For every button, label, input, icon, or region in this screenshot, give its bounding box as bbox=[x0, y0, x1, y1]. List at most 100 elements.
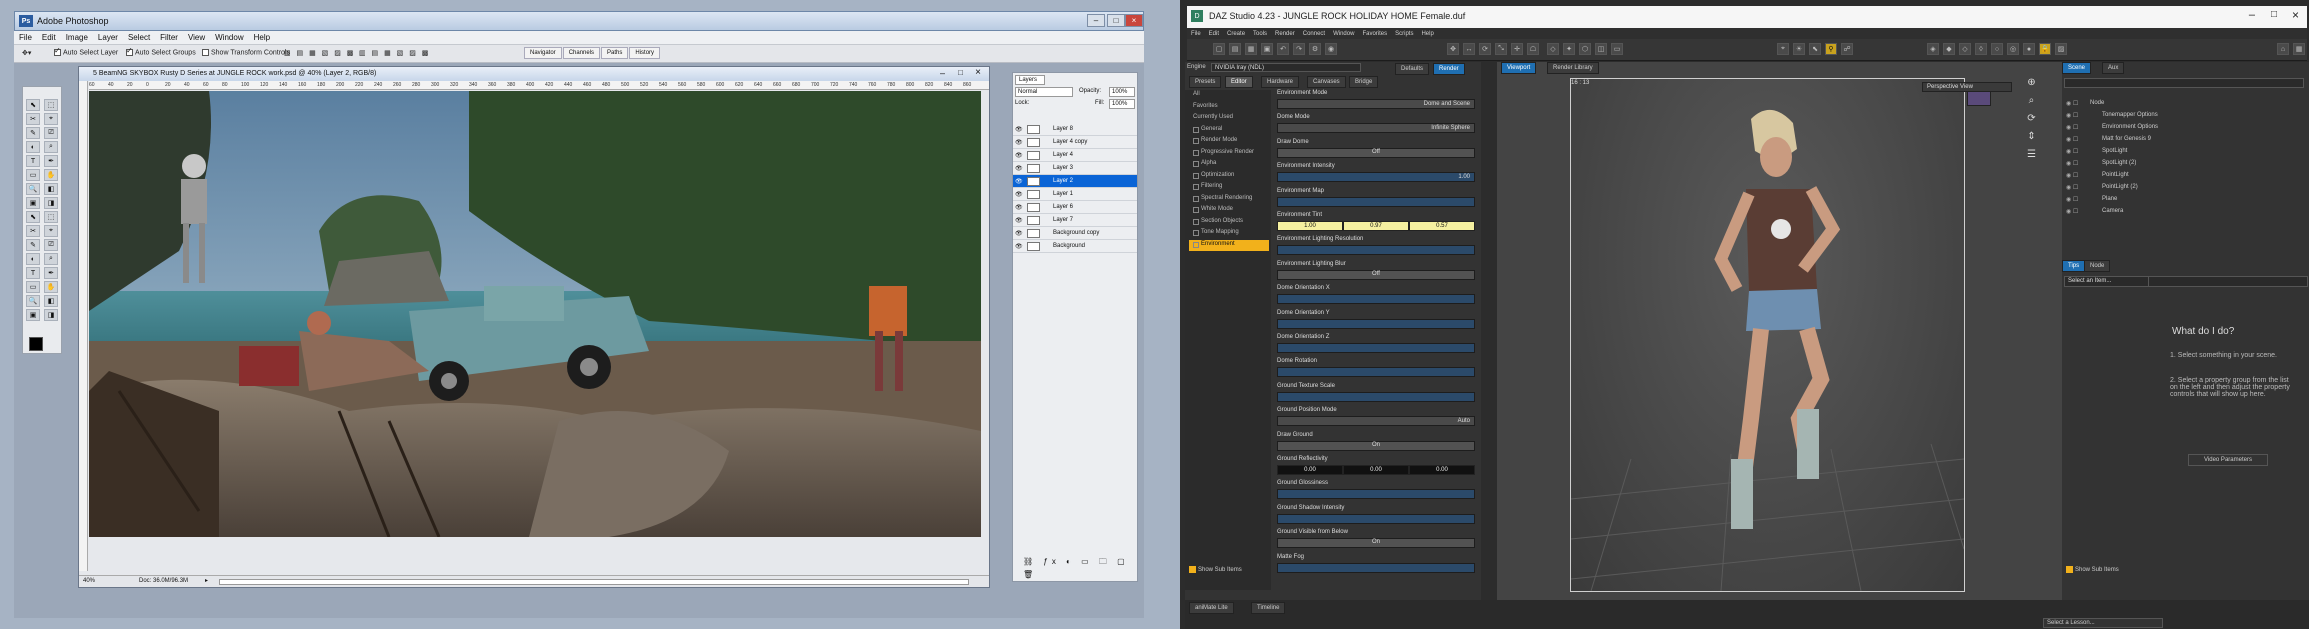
select-icon[interactable]: ⬉ bbox=[1809, 43, 1821, 55]
tool-25-icon[interactable]: T bbox=[26, 267, 40, 279]
visibility-eye-icon[interactable]: ◉ ☐ bbox=[2066, 100, 2078, 107]
daz-menu-file[interactable]: File bbox=[1187, 30, 1205, 38]
camera-nav-icons[interactable]: ⊕ ⌕ ⟳ ⇕ ☰ bbox=[2027, 74, 2036, 164]
property-value-field[interactable]: 0.00 bbox=[1343, 465, 1409, 475]
spot-render-icon[interactable]: ▭ bbox=[1611, 43, 1623, 55]
property-slider[interactable]: On bbox=[1277, 538, 1475, 549]
tool-22-icon[interactable]: ⎚ bbox=[44, 239, 58, 251]
daz-menu-window[interactable]: Window bbox=[1329, 30, 1358, 38]
tool-9-icon[interactable]: T bbox=[26, 155, 40, 167]
visibility-eye-icon[interactable]: 👁 bbox=[1015, 243, 1023, 250]
tab-editor[interactable]: Editor bbox=[1225, 76, 1253, 88]
scene-item[interactable]: ◉ ☐ Tonemapper Options bbox=[2066, 112, 2158, 119]
tool-c-icon[interactable]: ◇ bbox=[1959, 43, 1971, 55]
light-icon[interactable]: ☀ bbox=[1793, 43, 1805, 55]
joint-editor-icon[interactable]: ✦ bbox=[1563, 43, 1575, 55]
daz-close-button[interactable]: × bbox=[2292, 8, 2299, 22]
node-weight-icon[interactable]: ◇ bbox=[1547, 43, 1559, 55]
property-slider[interactable] bbox=[1277, 196, 1475, 207]
show-transform-checkbox[interactable]: Show Transform Controls bbox=[202, 49, 290, 56]
tab-history[interactable]: History bbox=[629, 47, 661, 59]
image-canvas[interactable] bbox=[89, 91, 981, 537]
property-slider[interactable] bbox=[1277, 245, 1475, 256]
menu-window[interactable]: Window bbox=[210, 31, 248, 44]
group-checkbox[interactable] bbox=[1193, 149, 1199, 156]
foreground-color-swatch[interactable] bbox=[29, 337, 43, 351]
layer-row[interactable]: 👁 Layer 1 bbox=[1013, 188, 1137, 201]
group-checkbox[interactable] bbox=[1193, 207, 1199, 213]
layer-row[interactable]: 👁 Background copy bbox=[1013, 227, 1137, 240]
visibility-eye-icon[interactable]: 👁 bbox=[1015, 165, 1023, 172]
video-parameters-button[interactable]: Video Parameters bbox=[2188, 454, 2268, 466]
daz-menu-help[interactable]: Help bbox=[1417, 30, 1437, 38]
rotate-icon[interactable]: ⟳ bbox=[1479, 43, 1491, 55]
property-search-input[interactable] bbox=[2148, 276, 2308, 287]
lock-icon[interactable]: 🔒 bbox=[2039, 43, 2051, 55]
property-group-item[interactable]: All bbox=[1189, 90, 1269, 101]
tab-render[interactable]: Render bbox=[1433, 63, 1465, 75]
daz-menu-edit[interactable]: Edit bbox=[1205, 30, 1223, 38]
group-checkbox[interactable] bbox=[1193, 230, 1199, 236]
opacity-field[interactable]: 100% bbox=[1109, 87, 1135, 97]
tool-24-icon[interactable]: ⌕ bbox=[44, 253, 58, 265]
status-arrow-icon[interactable]: ▸ bbox=[205, 577, 208, 584]
tool-8-icon[interactable]: ⌕ bbox=[44, 141, 58, 153]
visibility-eye-icon[interactable]: ◉ ☐ bbox=[2066, 112, 2078, 119]
menu-edit[interactable]: Edit bbox=[37, 31, 61, 44]
property-group-item[interactable]: Spectral Rendering bbox=[1189, 194, 1269, 205]
daz-menu-scripts[interactable]: Scripts bbox=[1391, 30, 1417, 38]
property-slider[interactable] bbox=[1277, 367, 1475, 378]
tool-26-icon[interactable]: ✒ bbox=[44, 267, 58, 279]
menu-layer[interactable]: Layer bbox=[93, 31, 123, 44]
tool-14-icon[interactable]: ◧ bbox=[44, 183, 58, 195]
visibility-eye-icon[interactable]: ◉ ☐ bbox=[2066, 148, 2078, 155]
tool-18-icon[interactable]: ⬚ bbox=[44, 211, 58, 223]
tool-20-icon[interactable]: ⌖ bbox=[44, 225, 58, 237]
visibility-eye-icon[interactable]: ◉ ☐ bbox=[2066, 160, 2078, 167]
property-slider[interactable] bbox=[1277, 489, 1475, 500]
menu-help[interactable]: Help bbox=[249, 31, 275, 44]
property-group-item[interactable]: Favorites bbox=[1189, 102, 1269, 113]
group-checkbox[interactable] bbox=[1193, 184, 1199, 190]
property-value-field[interactable]: 0.97 bbox=[1343, 221, 1409, 231]
new-scene-icon[interactable]: ▢ bbox=[1213, 43, 1225, 55]
scene-item[interactable]: ◉ ☐ Camera bbox=[2066, 208, 2123, 215]
tool-19-icon[interactable]: ✂ bbox=[26, 225, 40, 237]
distribute-icons[interactable]: ▥ ▤ ▦ ▧ ▨ ▩ bbox=[359, 49, 430, 57]
property-group-item[interactable]: Progressive Render bbox=[1189, 148, 1269, 159]
tool-21-icon[interactable]: ✎ bbox=[26, 239, 40, 251]
scene-item[interactable]: ◉ ☐ SpotLight bbox=[2066, 148, 2127, 155]
pose-icon[interactable]: ☍ bbox=[1841, 43, 1853, 55]
menu-select[interactable]: Select bbox=[123, 31, 155, 44]
undo-icon[interactable]: ↶ bbox=[1277, 43, 1289, 55]
menu-image[interactable]: Image bbox=[61, 31, 93, 44]
doc-maximize-button[interactable]: □ bbox=[958, 68, 963, 77]
tab-viewport[interactable]: Viewport bbox=[1501, 62, 1537, 74]
maximize-button[interactable]: □ bbox=[1107, 14, 1125, 27]
menu-view[interactable]: View bbox=[183, 31, 210, 44]
visibility-eye-icon[interactable]: 👁 bbox=[1015, 230, 1023, 237]
property-slider[interactable] bbox=[1277, 391, 1475, 402]
doc-minimize-button[interactable]: – bbox=[940, 68, 945, 78]
zoom-level[interactable]: 40% bbox=[83, 578, 95, 584]
translate-icon[interactable]: ↔ bbox=[1463, 43, 1475, 55]
select-item-dropdown[interactable]: Select an Item... bbox=[2064, 276, 2154, 287]
group-checkbox[interactable] bbox=[1193, 126, 1199, 133]
tool-2-icon[interactable]: ⬚ bbox=[44, 99, 58, 111]
property-slider[interactable] bbox=[1277, 562, 1475, 573]
tool-b-icon[interactable]: ◆ bbox=[1943, 43, 1955, 55]
layer-row[interactable]: 👁 Layer 4 copy bbox=[1013, 136, 1137, 149]
scene-item[interactable]: ◉ ☐ PointLight bbox=[2066, 172, 2129, 179]
tool-6-icon[interactable]: ⎚ bbox=[44, 127, 58, 139]
tab-tips[interactable]: Tips bbox=[2062, 260, 2086, 272]
group-checkbox[interactable] bbox=[1193, 172, 1199, 179]
property-group-item[interactable]: Currently Used bbox=[1189, 113, 1269, 124]
property-slider[interactable]: 1.00 bbox=[1277, 172, 1475, 183]
tab-hardware[interactable]: Hardware bbox=[1261, 76, 1300, 88]
property-group-item[interactable]: Optimization bbox=[1189, 171, 1269, 182]
visibility-eye-icon[interactable]: 👁 bbox=[1015, 178, 1023, 185]
tab-bridge[interactable]: Bridge bbox=[1349, 76, 1379, 88]
tool-12-icon[interactable]: ✋ bbox=[44, 169, 58, 181]
tool-30-icon[interactable]: ◧ bbox=[44, 295, 58, 307]
align-icons[interactable]: ▥ ▤ ▦ ▧ ▨ ▩ bbox=[284, 49, 355, 57]
